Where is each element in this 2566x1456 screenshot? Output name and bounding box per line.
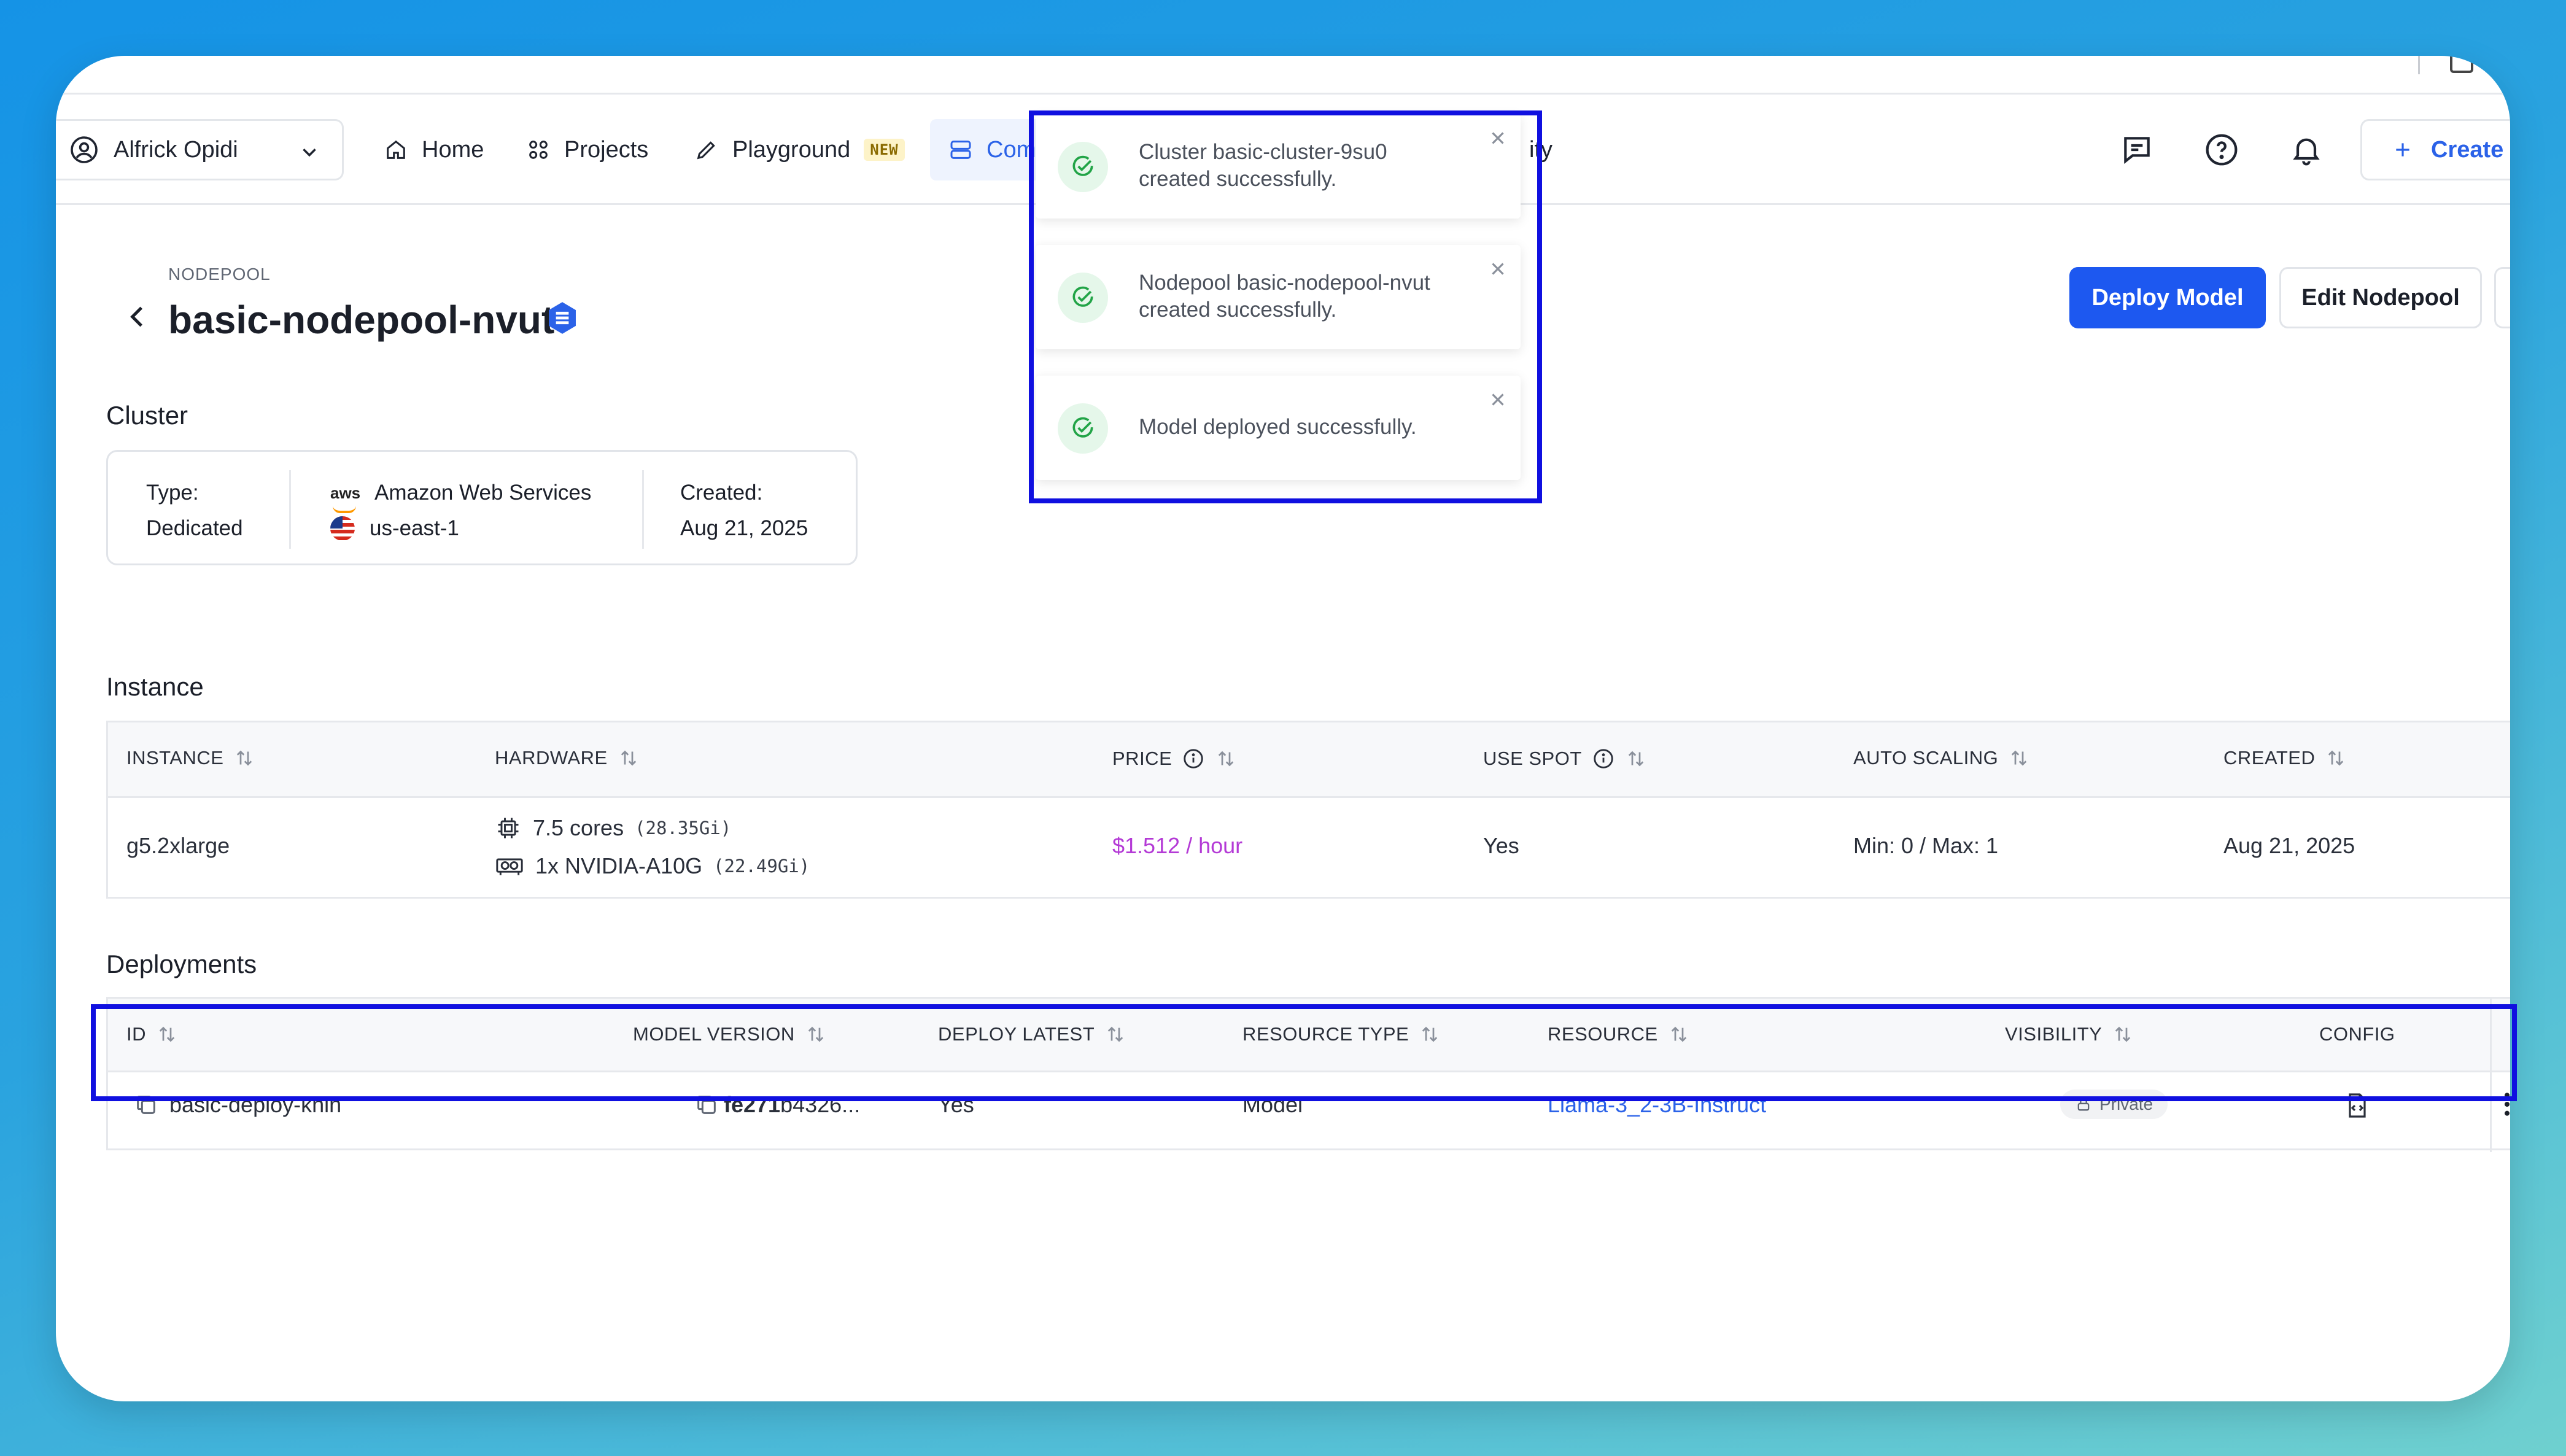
created-value: Aug 21, 2025 [680, 516, 808, 540]
toast-highlight-box [1029, 110, 1542, 503]
cell-gpu: 1x NVIDIA-A10G (22.49Gi) [495, 853, 810, 880]
chat-icon[interactable] [2120, 133, 2154, 167]
cluster-card: Type: Dedicated aws Amazon Web Services … [106, 450, 858, 565]
sort-icon[interactable] [2325, 747, 2347, 769]
nav-home-label: Home [422, 136, 484, 163]
server-icon [950, 141, 971, 159]
info-icon[interactable] [1182, 747, 1205, 770]
us-flag-icon [330, 516, 355, 541]
cell-instance: g5.2xlarge [126, 833, 230, 858]
pencil-icon [697, 141, 715, 160]
chevron-left-icon[interactable] [122, 301, 153, 332]
folder-icon[interactable] [2450, 56, 2473, 73]
user-circle-icon [71, 136, 98, 163]
chevron-down-icon [303, 149, 316, 157]
region-name: us-east-1 [370, 516, 459, 540]
deployments-section-title: Deployments [106, 950, 257, 978]
nav-playground[interactable]: Playground NEW [694, 119, 905, 180]
col-price-label: PRICE [1112, 748, 1173, 769]
divider [642, 470, 644, 549]
provider-name: Amazon Web Services [374, 481, 592, 505]
help-icon[interactable] [2204, 133, 2239, 167]
aws-logo-icon: aws [330, 475, 360, 513]
col-instance-label: INSTANCE [126, 747, 224, 769]
bell-icon[interactable] [2289, 133, 2324, 167]
nav-projects-label: Projects [564, 136, 649, 163]
gpu-icon [496, 858, 523, 875]
browser-top-strip [56, 56, 2510, 95]
new-badge: NEW [864, 139, 905, 161]
col-hardware[interactable]: HARDWARE [495, 747, 640, 769]
home-icon [387, 140, 405, 159]
cluster-type: Type: Dedicated [146, 475, 243, 546]
deployment-row-highlight-box [91, 1004, 2517, 1101]
page-title: basic-nodepool-nvut [168, 298, 555, 342]
breadcrumb: NODEPOOL [168, 265, 271, 284]
divider [289, 470, 291, 549]
nodepool-badge-icon [549, 302, 576, 334]
col-created-label: CREATED [2223, 747, 2316, 769]
instance-table-header: INSTANCE HARDWARE PRICE USE SPOT AUTO SC… [108, 722, 2510, 798]
gpu-label: 1x NVIDIA-A10G [535, 853, 703, 878]
cell-cores: 7.5 cores (28.35Gi) [495, 815, 731, 842]
cores-mem: (28.35Gi) [635, 818, 732, 838]
col-price[interactable]: PRICE [1112, 747, 1237, 770]
col-created[interactable]: CREATED [2223, 747, 2347, 769]
cluster-created: Created: Aug 21, 2025 [680, 475, 808, 546]
cores-label: 7.5 cores [533, 815, 624, 840]
divider [2418, 56, 2420, 74]
col-use-spot-label: USE SPOT [1483, 748, 1582, 769]
deploy-model-button[interactable]: Deploy Model [2069, 267, 2266, 328]
cluster-section-title: Cluster [106, 401, 188, 430]
instance-table: INSTANCE HARDWARE PRICE USE SPOT AUTO SC… [106, 721, 2510, 899]
col-hardware-label: HARDWARE [495, 747, 608, 769]
nav-projects[interactable]: Projects [526, 119, 648, 180]
grid-icon [529, 141, 548, 159]
more-button[interactable] [2494, 267, 2510, 328]
sort-icon[interactable] [1215, 748, 1237, 770]
user-selector[interactable]: Alfrick Opidi [56, 119, 344, 180]
plus-icon [2396, 143, 2409, 157]
type-label: Type: [146, 481, 199, 505]
sort-icon[interactable] [2008, 747, 2030, 769]
cell-use-spot: Yes [1483, 833, 1519, 858]
col-auto-scaling[interactable]: AUTO SCALING [1853, 747, 2030, 769]
cluster-provider: aws Amazon Web Services us-east-1 [330, 475, 591, 546]
edit-nodepool-button[interactable]: Edit Nodepool [2279, 267, 2482, 328]
cpu-icon [498, 818, 519, 838]
sort-icon[interactable] [618, 747, 640, 769]
create-button[interactable]: Create [2360, 119, 2510, 180]
cell-created: Aug 21, 2025 [2223, 833, 2355, 858]
create-label: Create [2431, 136, 2504, 163]
nav-playground-label: Playground [732, 136, 851, 163]
cell-price: $1.512 / hour [1112, 833, 1243, 858]
created-label: Created: [680, 481, 763, 505]
cell-auto-scaling: Min: 0 / Max: 1 [1853, 833, 1999, 858]
sort-icon[interactable] [1625, 748, 1647, 770]
nav-home[interactable]: Home [384, 119, 484, 180]
gpu-mem: (22.49Gi) [713, 856, 810, 877]
type-value: Dedicated [146, 516, 243, 540]
col-auto-scaling-label: AUTO SCALING [1853, 747, 1999, 769]
col-use-spot[interactable]: USE SPOT [1483, 747, 1647, 770]
user-name: Alfrick Opidi [114, 136, 238, 163]
col-instance[interactable]: INSTANCE [126, 747, 255, 769]
sort-icon[interactable] [233, 747, 255, 769]
instance-section-title: Instance [106, 672, 204, 701]
info-icon[interactable] [1592, 747, 1615, 770]
